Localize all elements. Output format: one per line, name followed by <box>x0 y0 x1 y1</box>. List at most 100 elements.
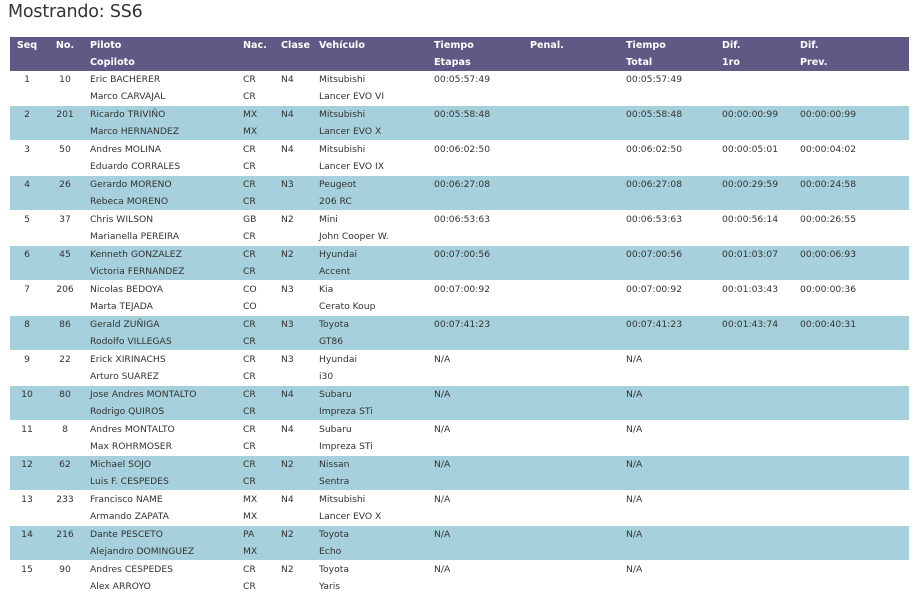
empty-cell <box>718 263 796 281</box>
number-cell: 86 <box>44 315 86 333</box>
total-time-cell: N/A <box>626 354 643 365</box>
empty-cell <box>44 158 86 176</box>
driver-cell: Gerardo MORENO <box>86 175 239 193</box>
table-row: 13 233 Francisco NAME MX N4 Mitsubishi N/A N/A <box>10 491 909 509</box>
table-row-codriver: Eduardo CORRALES CR Lancer EVO IX <box>10 158 909 176</box>
penalty-cell <box>526 71 622 88</box>
empty-cell <box>796 508 909 526</box>
empty-cell <box>44 508 86 526</box>
empty-cell <box>622 228 718 246</box>
codriver-nationality-cell: CR <box>239 263 277 281</box>
diff-prev-cell: 00:00:00:36 <box>800 284 857 295</box>
table-row: 11 8 Andres MONTALTO CR N4 Subaru N/A N/A <box>10 421 909 439</box>
diff-first-cell: 00:01:03:07 <box>718 245 796 263</box>
table-row: 15 90 Andres CESPEDES CR N2 Toyota N/A N/A <box>10 561 909 579</box>
table-header: Seq No. Piloto Nac. Clase Vehículo Tiempo Penal… <box>10 37 909 71</box>
empty-cell <box>10 158 44 176</box>
stage-time-cell: N/A <box>434 564 451 575</box>
empty-cell <box>10 438 44 456</box>
empty-cell <box>430 368 526 386</box>
diff-first-cell <box>718 525 796 543</box>
diff-first-cell <box>718 385 796 403</box>
empty-cell <box>430 228 526 246</box>
empty-cell <box>10 543 44 561</box>
vehicle-cell: Peugeot <box>315 175 430 193</box>
empty-cell <box>10 368 44 386</box>
table-row-codriver: Rodolfo VILLEGAS CR GT86 <box>10 333 909 351</box>
codriver-nationality-cell: MX <box>239 123 277 141</box>
total-time-cell: N/A <box>622 525 718 543</box>
driver-cell: Nicolas BEDOYA <box>90 284 164 295</box>
diff-prev-cell <box>796 71 909 88</box>
vehicle-model-cell: i30 <box>315 368 430 386</box>
empty-cell <box>44 403 86 421</box>
empty-cell <box>10 123 44 141</box>
vehicle-cell: Subaru <box>315 385 430 403</box>
stage-time-cell: N/A <box>434 424 451 435</box>
empty-cell <box>526 543 622 561</box>
number-cell: 201 <box>44 105 86 123</box>
empty-cell <box>10 298 44 316</box>
total-time-cell: N/A <box>622 455 718 473</box>
header-row: Seq No. Piloto Nac. Clase Vehículo Tiempo Penal… <box>10 37 909 54</box>
vehicle-cell: Mitsubishi <box>319 74 366 85</box>
vehicle-cell: Mitsubishi <box>319 144 366 155</box>
empty-cell <box>277 263 315 281</box>
empty-cell <box>430 298 526 316</box>
empty-cell <box>44 543 86 561</box>
empty-cell <box>622 473 718 491</box>
diff-first-cell: 00:00:00:99 <box>718 105 796 123</box>
vehicle-cell: Mini <box>319 214 338 225</box>
stage-time-cell: N/A <box>434 354 451 365</box>
column-header-no: No. <box>44 37 86 54</box>
codriver-cell: Marianella PEREIRA <box>86 228 239 246</box>
number-cell: 10 <box>59 74 71 85</box>
seq-cell: 8 <box>10 315 44 333</box>
empty-cell <box>277 473 315 491</box>
seq-cell: 1 <box>24 74 30 85</box>
total-time-cell: N/A <box>626 564 643 575</box>
empty-cell <box>796 368 909 386</box>
driver-cell: Eric BACHERER <box>90 74 161 85</box>
nationality-cell: MX <box>243 494 258 505</box>
empty-cell <box>10 508 44 526</box>
nationality-cell: CR <box>239 175 277 193</box>
column-header-dif-1ro: 1ro <box>718 54 796 71</box>
class-cell: N2 <box>277 455 315 473</box>
codriver-cell: Marco HERNANDEZ <box>86 123 239 141</box>
column-header-tiempo-etapas: Etapas <box>430 54 526 71</box>
table-row-codriver: Max ROHRMOSER CR Impreza STi <box>10 438 909 456</box>
driver-cell: Erick XIRINACHS <box>90 354 166 365</box>
empty-cell <box>622 368 718 386</box>
penalty-cell <box>526 525 622 543</box>
seq-cell: 6 <box>10 245 44 263</box>
total-time-cell: 00:06:02:50 <box>626 144 683 155</box>
empty-cell <box>10 263 44 281</box>
table-row-codriver: Rebeca MORENO CR 206 RC <box>10 193 909 211</box>
table-row: 5 37 Chris WILSON GB N2 Mini 00:06:53:63 00:06:… <box>10 211 909 229</box>
vehicle-model-cell: Impreza STi <box>315 438 430 456</box>
empty-cell <box>622 298 718 316</box>
empty-cell <box>430 438 526 456</box>
penalty-cell <box>526 455 622 473</box>
column-header-penal <box>526 54 622 71</box>
total-time-cell: 00:06:27:08 <box>622 175 718 193</box>
nationality-cell: CR <box>243 74 256 85</box>
driver-cell: Francisco NAME <box>90 494 163 505</box>
driver-cell: Dante PESCETO <box>86 525 239 543</box>
nationality-cell: PA <box>239 525 277 543</box>
column-header-nac <box>239 54 277 71</box>
codriver-cell: Armando ZAPATA <box>86 508 239 526</box>
table-row: 2 201 Ricardo TRIVIÑO MX N4 Mitsubishi 00:05:5… <box>10 105 909 123</box>
vehicle-cell: Toyota <box>315 525 430 543</box>
empty-cell <box>526 508 622 526</box>
codriver-nationality-cell: CR <box>239 403 277 421</box>
header-row: Copiloto Etapas Total 1ro Prev. <box>10 54 909 71</box>
total-time-cell: 00:07:00:56 <box>622 245 718 263</box>
empty-cell <box>430 333 526 351</box>
vehicle-cell: Nissan <box>315 455 430 473</box>
nationality-cell: CR <box>239 455 277 473</box>
empty-cell <box>718 333 796 351</box>
codriver-nationality-cell: MX <box>239 543 277 561</box>
codriver-cell: Eduardo CORRALES <box>86 158 239 176</box>
